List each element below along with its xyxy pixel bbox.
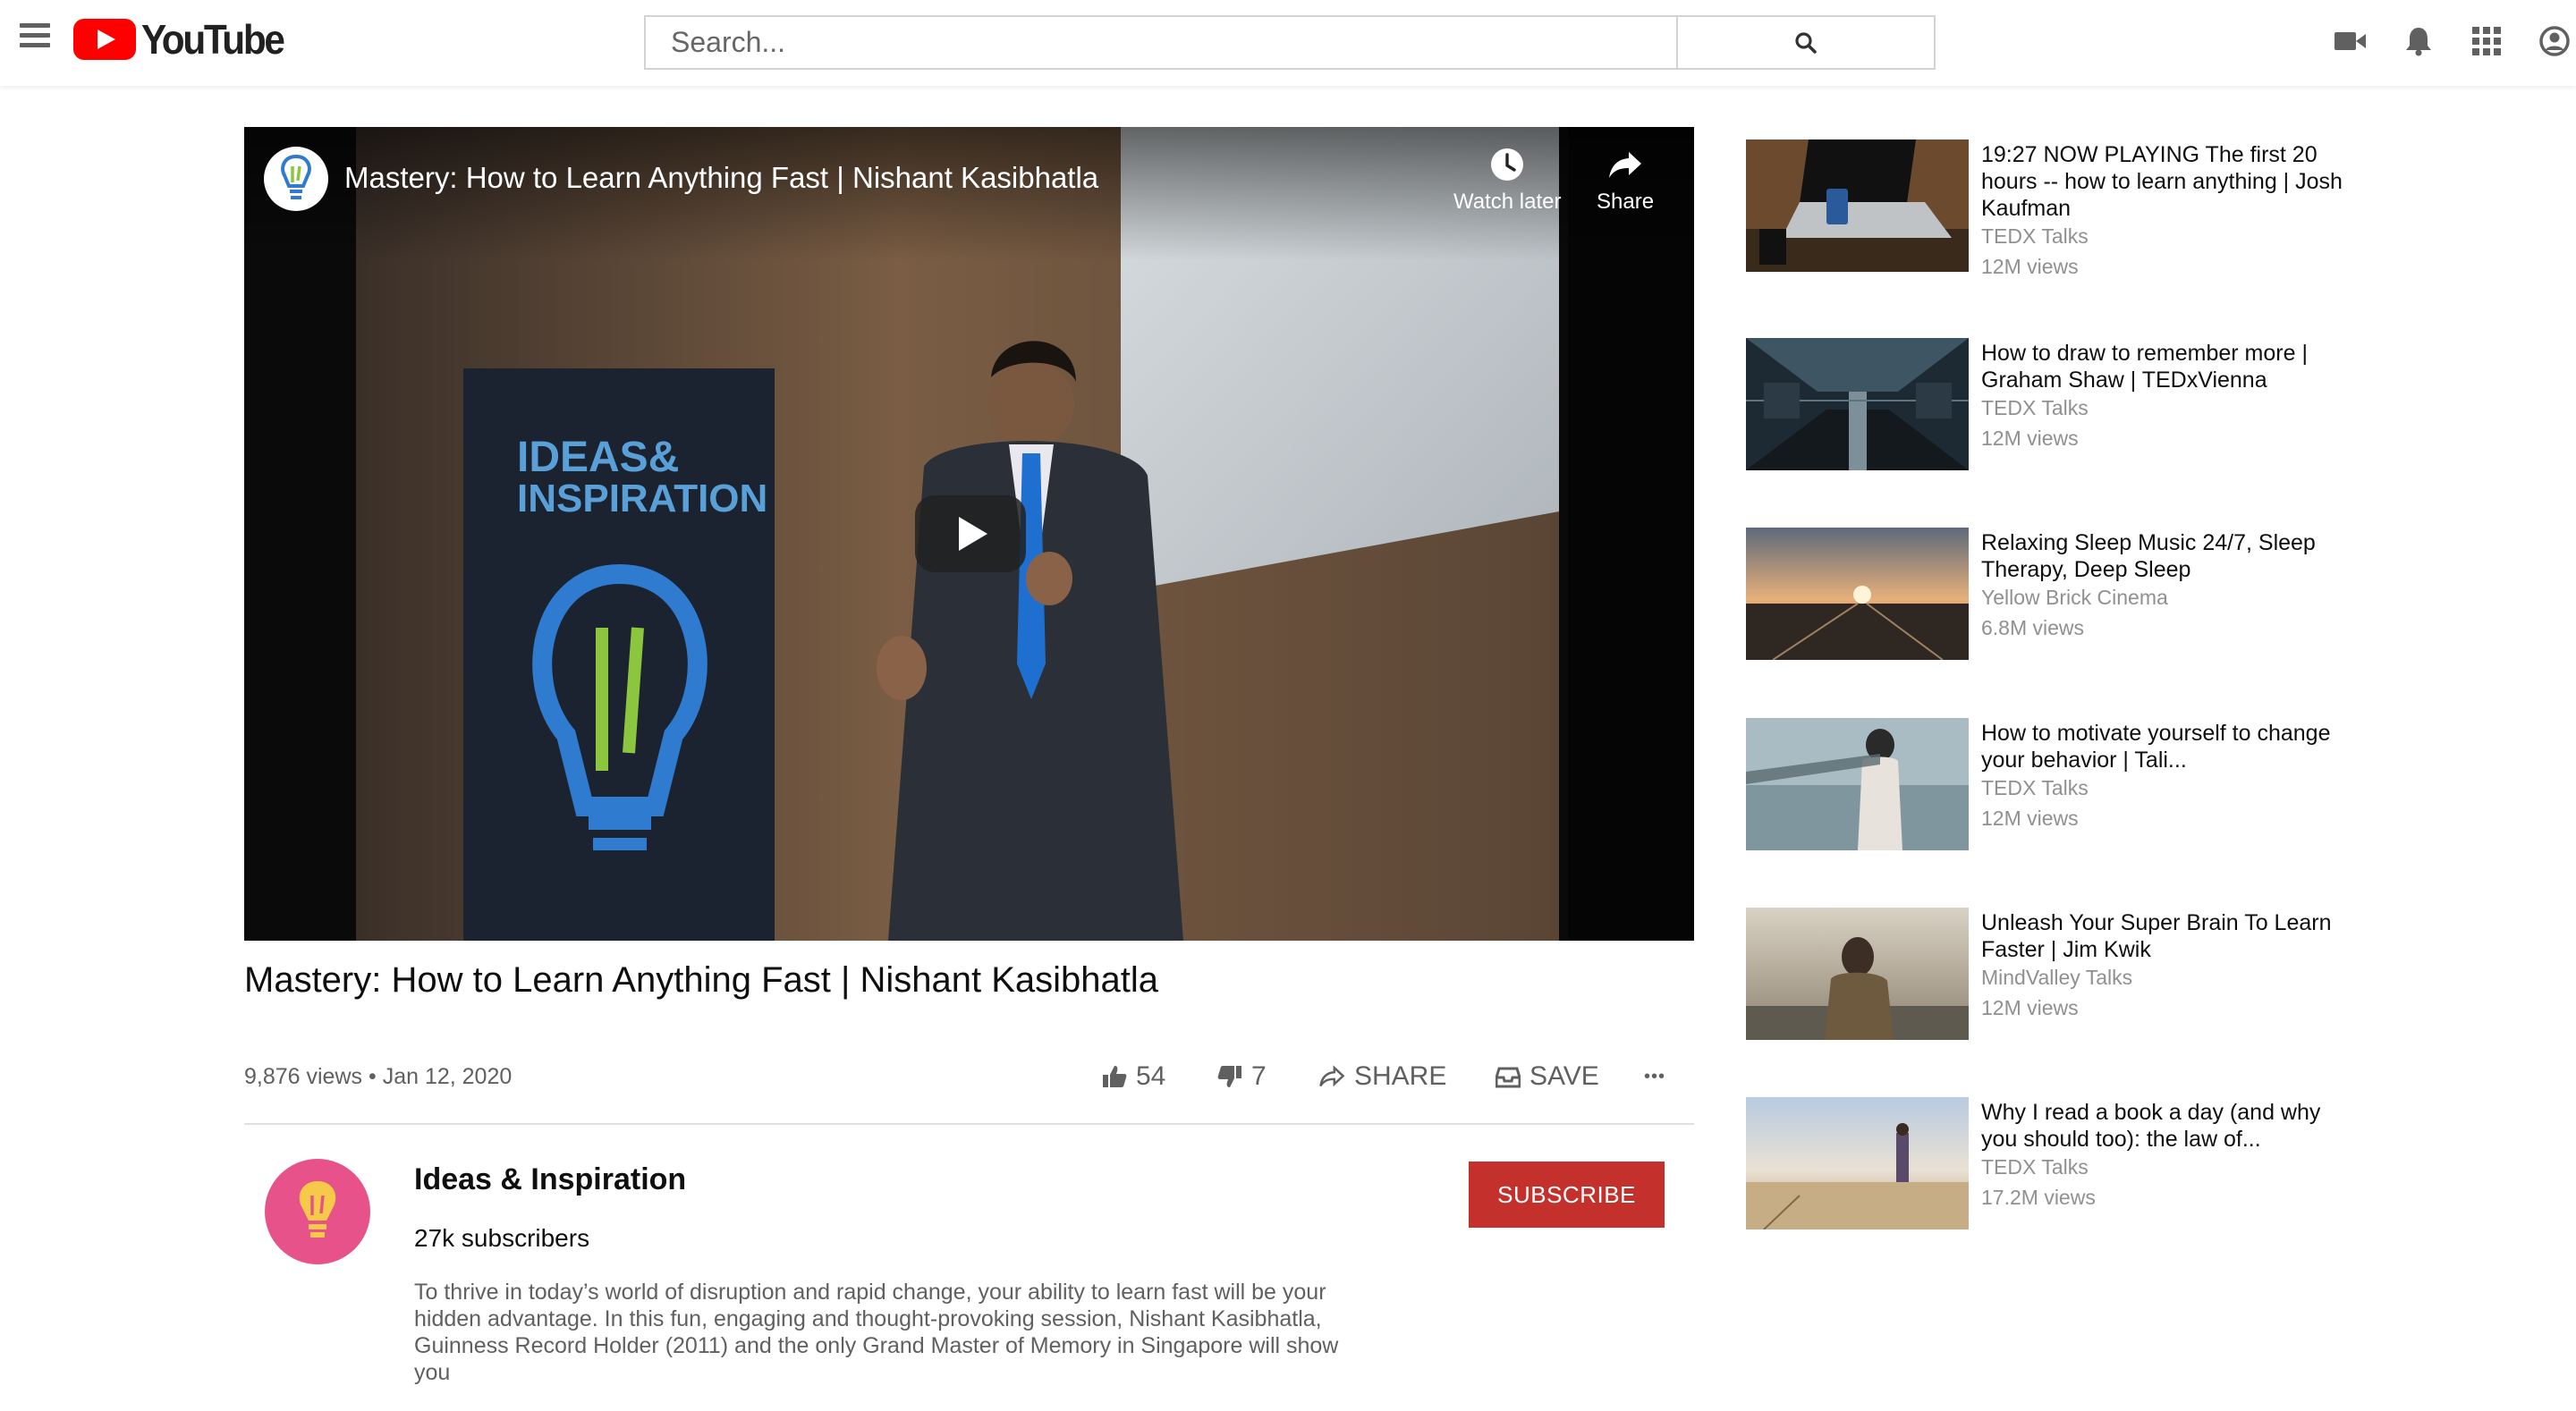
share-arrow-icon xyxy=(1319,1065,1345,1087)
share-label: SHARE xyxy=(1354,1061,1447,1091)
subscribe-button[interactable]: SUBSCRIBE xyxy=(1469,1162,1665,1228)
header-actions xyxy=(2317,16,2576,66)
info-divider xyxy=(244,1123,1694,1125)
account-button[interactable] xyxy=(2521,16,2576,66)
recommendation-channel: TEDX Talks xyxy=(1981,776,2089,799)
play-button[interactable] xyxy=(915,495,1026,572)
recommendation-title: 19:27 NOW PLAYING The first 20 hours -- … xyxy=(1981,142,2343,221)
view-count: 9,876 views xyxy=(244,1064,363,1089)
watch-later-label: Watch later xyxy=(1453,190,1562,214)
recommendation-title: Why I read a book a day (and why you sho… xyxy=(1981,1100,2321,1152)
apps-button[interactable] xyxy=(2453,16,2521,66)
recommendation-item[interactable]: 19:27 NOW PLAYING The first 20 hours -- … xyxy=(1746,139,2372,278)
dislike-count: 7 xyxy=(1251,1061,1267,1091)
menu-icon[interactable] xyxy=(20,23,52,52)
recommendation-item[interactable]: How to draw to remember more | Graham Sh… xyxy=(1746,338,2372,472)
meta-separator: • xyxy=(368,1064,377,1089)
recommendation-text: 19:27 NOW PLAYING The first 20 hours -- … xyxy=(1981,141,2357,283)
more-icon: ••• xyxy=(1644,1066,1666,1086)
recommendation-channel: TEDX Talks xyxy=(1981,1155,2089,1179)
recommendation-title: How to motivate yourself to change your … xyxy=(1981,721,2331,773)
recommendation-channel: Yellow Brick Cinema xyxy=(1981,586,2168,609)
like-count: 54 xyxy=(1136,1061,1166,1091)
publish-date: Jan 12, 2020 xyxy=(382,1064,513,1089)
create-video-button[interactable] xyxy=(2317,16,2385,66)
save-label: SAVE xyxy=(1530,1061,1599,1091)
player-share-button[interactable]: Share xyxy=(1597,147,1654,215)
video-meta: 9,876 views • Jan 12, 2020 xyxy=(244,1064,512,1090)
recommendation-text: Why I read a book a day (and why you sho… xyxy=(1981,1099,2357,1213)
search-icon xyxy=(1795,31,1817,54)
video-thumbnail xyxy=(1746,139,1969,272)
svg-text:IDEAS&: IDEAS& xyxy=(517,434,679,481)
recommendation-text: How to motivate yourself to change your … xyxy=(1981,720,2357,834)
top-header: YouTube xyxy=(0,0,2576,86)
video-camera-icon xyxy=(2334,32,2366,50)
video-title: Mastery: How to Learn Anything Fast | Ni… xyxy=(244,960,1159,1000)
youtube-logo[interactable]: YouTube xyxy=(73,16,295,63)
thumbs-up-icon xyxy=(1103,1066,1127,1087)
channel-avatar[interactable] xyxy=(265,1159,370,1264)
recommendation-item[interactable]: Why I read a book a day (and why you sho… xyxy=(1746,1097,2372,1231)
recommendation-views: 12M views xyxy=(1981,996,2079,1019)
video-thumbnail xyxy=(1746,1097,1969,1229)
recommendation-item[interactable]: Unleash Your Super Brain To Learn Faster… xyxy=(1746,908,2372,1042)
clock-icon xyxy=(1491,148,1524,181)
lightbulb-logo-icon xyxy=(299,1181,336,1238)
more-actions-button[interactable]: ••• xyxy=(1644,1059,1665,1094)
video-thumbnail xyxy=(1746,338,1969,470)
share-button[interactable]: SHARE xyxy=(1318,1059,1446,1094)
dislike-button[interactable]: 7 xyxy=(1217,1059,1267,1094)
recommendation-text: How to draw to remember more | Graham Sh… xyxy=(1981,340,2357,454)
like-button[interactable]: 54 xyxy=(1102,1059,1165,1094)
recommendation-channel: TEDX Talks xyxy=(1981,224,2089,248)
recommendation-views: 12M views xyxy=(1981,427,2079,450)
account-icon xyxy=(2539,26,2570,56)
search-input[interactable] xyxy=(646,17,1676,68)
bell-icon xyxy=(2406,28,2431,56)
youtube-play-logo-icon xyxy=(73,19,136,60)
recommendation-views: 6.8M views xyxy=(1981,616,2085,639)
share-arrow-icon xyxy=(1609,152,1642,178)
video-description: To thrive in today’s world of disruption… xyxy=(414,1280,1339,1385)
thumbs-down-icon xyxy=(1217,1066,1241,1087)
recommendation-item[interactable]: Relaxing Sleep Music 24/7, Sleep Therapy… xyxy=(1746,528,2372,662)
recommendation-title: Relaxing Sleep Music 24/7, Sleep Therapy… xyxy=(1981,530,2316,582)
svg-text:INSPIRATION: INSPIRATION xyxy=(517,477,767,520)
recommendation-text: Unleash Your Super Brain To Learn Faster… xyxy=(1981,909,2357,1024)
video-thumbnail xyxy=(1746,718,1969,850)
video-thumbnail xyxy=(1746,528,1969,660)
recommendation-channel: MindValley Talks xyxy=(1981,966,2133,989)
watch-later-button[interactable]: Watch later xyxy=(1453,147,1561,215)
subscriber-count: 27k subscribers xyxy=(414,1224,590,1252)
recommendation-title: Unleash Your Super Brain To Learn Faster… xyxy=(1981,910,2332,962)
notifications-button[interactable] xyxy=(2385,16,2453,66)
lightbulb-logo-icon xyxy=(281,154,311,199)
recommendation-item[interactable]: How to motivate yourself to change your … xyxy=(1746,718,2372,852)
recommendation-views: 12M views xyxy=(1981,807,2079,830)
video-thumbnail xyxy=(1746,908,1969,1040)
apps-grid-icon xyxy=(2472,27,2501,55)
recommendation-channel: TEDX Talks xyxy=(1981,396,2089,419)
save-button[interactable]: SAVE xyxy=(1496,1059,1599,1094)
player-overlay-title[interactable]: Mastery: How to Learn Anything Fast | Ni… xyxy=(344,161,1098,195)
video-player[interactable]: IDEAS& INSPIRATION Mastery: How to Learn… xyxy=(244,127,1694,941)
channel-name[interactable]: Ideas & Inspiration xyxy=(414,1162,686,1197)
logo-text: YouTube xyxy=(141,16,285,63)
save-tray-icon xyxy=(1496,1067,1521,1088)
search-button[interactable] xyxy=(1676,17,1934,68)
recommendation-views: 17.2M views xyxy=(1981,1186,2096,1209)
recommendation-title: How to draw to remember more | Graham Sh… xyxy=(1981,341,2308,393)
channel-avatar-small[interactable] xyxy=(264,147,328,211)
recommendation-text: Relaxing Sleep Music 24/7, Sleep Therapy… xyxy=(1981,529,2357,644)
recommendation-views: 12M views xyxy=(1981,255,2079,278)
search-bar xyxy=(644,15,1936,70)
player-share-label: Share xyxy=(1597,190,1655,214)
